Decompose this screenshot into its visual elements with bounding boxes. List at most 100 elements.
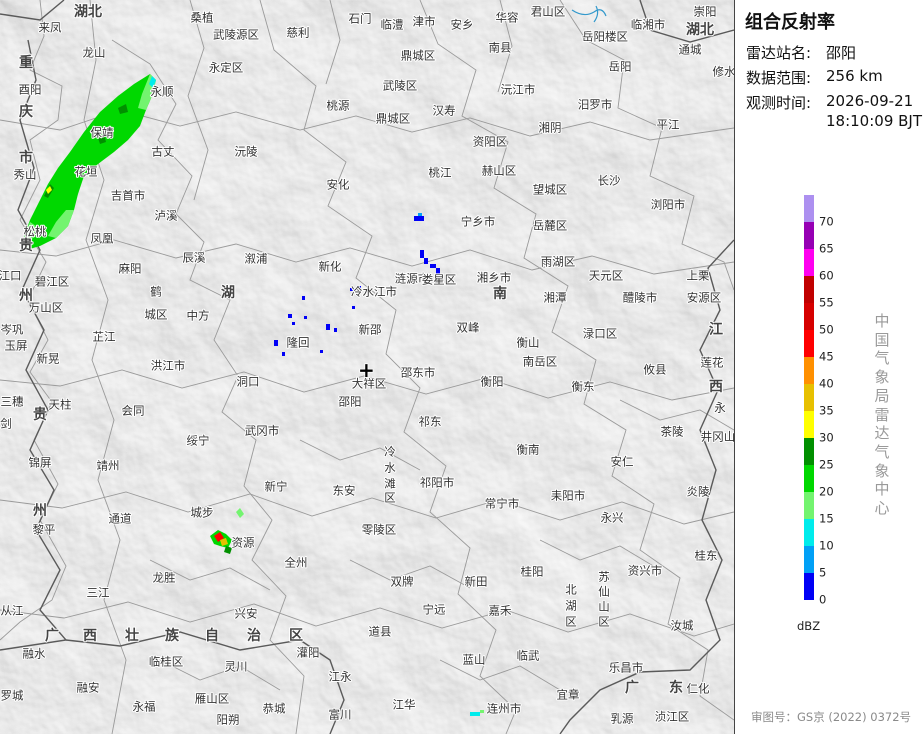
place-label: 临澧 (381, 18, 404, 32)
place-label: 天元区 (589, 269, 624, 283)
legend-tick-label: 40 (819, 377, 834, 391)
place-label: 辰溪 (183, 251, 206, 265)
legend-bar (804, 330, 814, 357)
place-label: 醴陵市 (623, 291, 658, 305)
place-label: 湘阴 (539, 121, 562, 135)
place-label: 全州 (285, 556, 308, 570)
place-label: 碧江区 (35, 275, 70, 289)
place-label: 新晃 (37, 352, 60, 366)
legend-tick-label: 55 (819, 296, 834, 310)
map-approval-number: 审图号：GS京 (2022) 0372号 (751, 710, 912, 724)
credit-char: 中 (874, 312, 890, 330)
place-label: 仙 (598, 585, 610, 599)
place-label: 靖州 (97, 459, 120, 473)
place-label: 龙山 (83, 46, 106, 60)
legend-tick-label: 65 (819, 242, 834, 256)
place-label: 岑巩 (1, 323, 24, 337)
place-label: 恭城 (263, 702, 286, 716)
place-label: 花垣 (75, 165, 98, 179)
place-label: 汉寿 (433, 104, 456, 118)
legend-tick-label: 35 (819, 404, 834, 418)
legend-tick-label: 30 (819, 431, 834, 445)
place-label: 治 (247, 627, 261, 644)
place-label: 东 (669, 679, 683, 696)
place-label: 南县 (489, 41, 512, 55)
place-label: 庆 (19, 103, 33, 120)
credit-char: 气 (874, 442, 890, 461)
legend-tick-label: 60 (819, 269, 834, 283)
place-label: 双峰 (457, 321, 480, 335)
legend-bar (804, 222, 814, 249)
place-label: 吉首市 (111, 189, 146, 203)
place-label: 沅陵 (235, 145, 258, 159)
place-label: 玉屏 (5, 339, 28, 353)
place-label: 临湘市 (631, 18, 666, 32)
place-label: 通道 (109, 512, 132, 526)
place-label: 江口 (0, 269, 22, 283)
place-label: 宁远 (423, 603, 446, 617)
legend-tick-label: 0 (819, 593, 826, 607)
place-label: 湘潭 (544, 291, 567, 305)
place-label: 资兴市 (628, 564, 663, 578)
place-label: 贵 (19, 237, 33, 254)
legend-bar (804, 438, 814, 465)
place-label: 洪江市 (151, 359, 186, 373)
credit-char: 气 (874, 349, 890, 368)
legend-bar (804, 303, 814, 330)
place-label: 鼎城区 (376, 112, 411, 126)
place-label: 麻阳 (119, 262, 142, 276)
radar-station-marker: + (357, 357, 375, 383)
legend-tick-label: 10 (819, 539, 834, 553)
place-label: 壮 (125, 627, 139, 644)
place-label: 汝城 (671, 619, 694, 633)
place-label: 冷 (384, 445, 396, 459)
place-label: 城步 (191, 506, 214, 520)
place-label: 万山区 (29, 301, 64, 315)
legend-bar (804, 276, 814, 303)
place-label: 山 (598, 600, 610, 614)
place-label: 桃江 (429, 166, 452, 180)
place-label: 市 (19, 149, 33, 166)
place-label: 剑 (0, 417, 12, 431)
radar-station-cross: + (358, 358, 375, 382)
place-label: 兴安 (235, 607, 258, 621)
radar-map[interactable]: 湖北来凤桑植武陵源区 慈利石门 临澧 津市 安乡 华容 君山区临湘市崇阳湖北岳阳楼区通城龙山… (0, 0, 734, 734)
place-label: 鼎城区 (401, 49, 436, 63)
place-label: 融水 (23, 647, 46, 661)
place-label: 望城区 (533, 183, 568, 197)
legend-bar (804, 573, 814, 600)
place-label: 贵 (33, 406, 47, 423)
place-label: 湖北 (74, 4, 102, 20)
dbz-legend: 0 5 10 15 20 25 30 35 40 45 50 55 60 65 70 dBZ (797, 195, 834, 633)
place-label: 自 (205, 627, 219, 644)
place-label: 新化 (319, 260, 342, 274)
place-label: 浈江区 (655, 710, 690, 724)
place-label: 衡东 (572, 380, 595, 394)
place-label: 华容 (496, 11, 519, 25)
place-label: 龙胜 (153, 571, 176, 585)
place-label: 安乡 (451, 18, 474, 32)
place-label: 三江 (87, 586, 110, 600)
place-label: 江永 (329, 670, 352, 684)
place-label: 永 (714, 401, 726, 415)
place-label: 广 (625, 679, 639, 696)
place-label: 沅江市 (501, 83, 536, 97)
legend-tick-label: 5 (819, 566, 826, 580)
place-label: 乳源 (611, 712, 634, 726)
place-label: 富川 (329, 708, 352, 722)
credit-char: 心 (874, 499, 890, 518)
legend-unit: dBZ (797, 619, 820, 633)
place-label: 芷江 (93, 330, 116, 344)
place-label: 新宁 (265, 480, 288, 494)
place-label: 雁山区 (195, 692, 230, 706)
place-label: 安仁 (611, 455, 634, 469)
place-label: 族 (165, 627, 180, 644)
credit-char: 中 (874, 480, 890, 499)
legend-bar (804, 519, 814, 546)
place-label: 平江 (657, 118, 680, 132)
place-label: 凤凰 (91, 232, 114, 246)
place-label: 仁化 (687, 682, 710, 696)
place-label: 隆回 (287, 336, 310, 350)
place-label: 锦屏 (29, 456, 52, 470)
place-label: 浏阳市 (651, 198, 686, 212)
